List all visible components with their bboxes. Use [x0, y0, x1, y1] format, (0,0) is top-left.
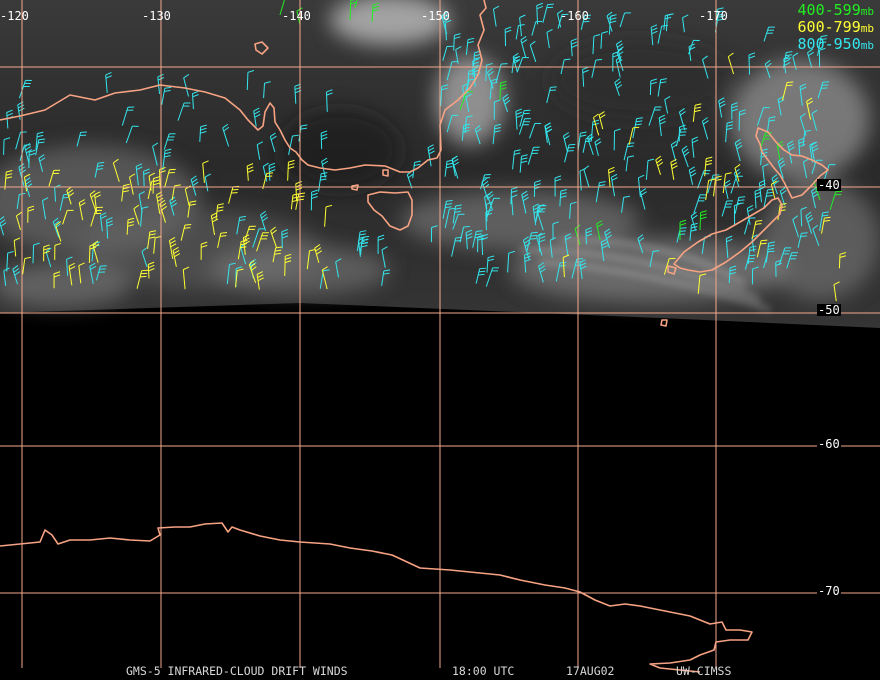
lon-label-150: -150 [421, 9, 450, 23]
map-canvas [0, 0, 880, 673]
source-label: UW-CIMSS [676, 664, 732, 678]
lat-label-50: -50 [817, 303, 841, 317]
lat-label-70: -70 [817, 584, 841, 598]
product-label: GMS-5 INFRARED-CLOUD DRIFT WINDS [126, 664, 348, 678]
legend-row-800-950: 800-950mb [798, 37, 874, 53]
legend-row-600-799: 600-799mb [798, 20, 874, 36]
lat-label-60: -60 [817, 437, 841, 451]
date-label: 17AUG02 [566, 664, 615, 678]
time-label: 18:00 UTC [452, 664, 515, 678]
lon-label-170: -170 [699, 9, 728, 23]
lon-label-120: -120 [0, 9, 29, 23]
lon-label-130: -130 [142, 9, 171, 23]
lon-label-160: -160 [560, 9, 589, 23]
legend-unit-label: mb [860, 22, 874, 35]
legend-row-400-599: 400-599mb [798, 3, 874, 19]
wind-map-view: -120 -130 -140 -150 -160 -170 -40 -50 -6… [0, 0, 880, 680]
antarctica-coastline [0, 522, 753, 673]
lat-label-40: -40 [817, 178, 841, 192]
small-island [660, 319, 668, 327]
legend-range-label: 800-950 [797, 35, 861, 53]
legend-range-label: 600-799 [797, 18, 861, 36]
image-caption: GMS-5 INFRARED-CLOUD DRIFT WINDS 18:00 U… [0, 665, 880, 678]
legend-unit-label: mb [860, 5, 874, 18]
lon-label-140: -140 [282, 9, 311, 23]
legend-range-label: 400-599 [797, 1, 861, 19]
legend-unit-label: mb [860, 39, 874, 52]
